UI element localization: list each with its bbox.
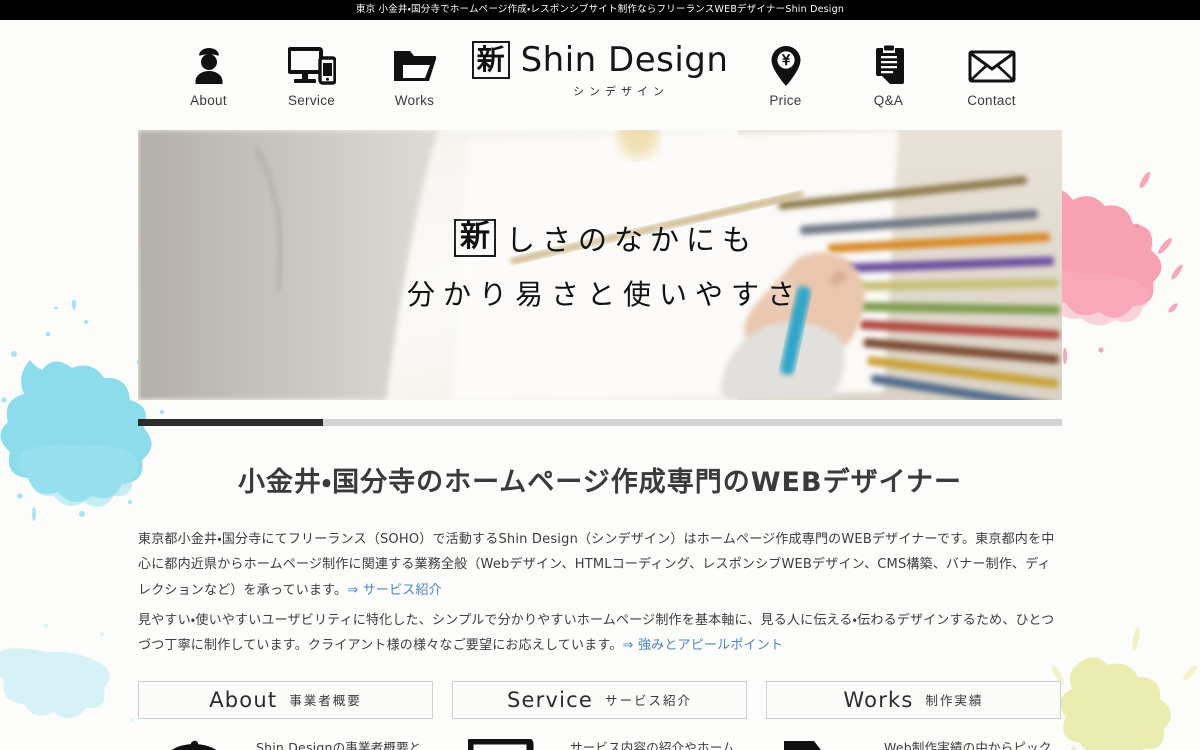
card-about-text: Shin Designの事業者概要と私のプロフィールに [256, 739, 422, 750]
logo-main: 新 Shin Design [471, 40, 729, 80]
clipboard-icon [837, 44, 940, 88]
intro-paragraph-2-text: 見やすい・使いやすいユーザビリティに特化した、シンプルで分かりやすいホームページ… [138, 613, 1055, 654]
card-works-title-jp: 制作実績 [925, 693, 984, 709]
hero-headline-2: 分かり易さと使いやすさ [406, 278, 803, 311]
hero-headline-1-rest: しさのなかにも [505, 223, 758, 257]
site-header: About Service Works 新 Shin Design シンデザイン… [0, 20, 1200, 130]
primary-nav-right: Price Q&A Contact [734, 20, 1043, 108]
card-service-text: サービス内容の紹介やホームページ制作の流れを [570, 739, 735, 750]
hero-copy: 新 しさのなかにも 分かり易さと使いやすさ [138, 130, 1062, 400]
card-service-title-en: Service [506, 687, 593, 712]
nav-label-qa: Q&A [873, 93, 904, 108]
nav-item-qa[interactable]: Q&A [837, 20, 940, 108]
slider-progress-fill [138, 419, 323, 426]
card-works-body: Web制作実績の中からピックアップしてご紹介し [766, 719, 1061, 750]
primary-nav-left: About Service Works [157, 20, 466, 108]
card-works-title-en: Works [843, 687, 914, 712]
hero-headline-1: 新 しさのなかにも [442, 217, 758, 259]
intro-paragraph-1-text: 東京都小金井・国分寺にてフリーランス（SOHO）で活動するShin Design… [138, 532, 1055, 598]
strengths-link[interactable]: ⇒ 強みとアピールポイント [623, 638, 784, 653]
nav-item-service[interactable]: Service [260, 20, 363, 108]
card-about-title-en: About [209, 687, 278, 712]
folder-icon [363, 44, 466, 88]
person-beret-icon [146, 735, 242, 750]
card-works-text: Web制作実績の中からピックアップしてご紹介し [884, 739, 1052, 750]
card-service-title-jp: サービス紹介 [605, 693, 693, 709]
main-content: 小金井・国分寺のホームページ作成専門のWEBデザイナー 東京都小金井・国分寺にて… [138, 448, 1062, 750]
nav-item-works[interactable]: Works [363, 20, 466, 108]
card-about[interactable]: About 事業者概要 Shin Designの事業者概要と私のプロフィールに [138, 680, 433, 750]
card-works-header: Works 制作実績 [766, 680, 1061, 719]
splash-yellow-bottom-right [1040, 625, 1200, 750]
folder-icon [774, 735, 870, 750]
intro-paragraph-2: 見やすい・使いやすいユーザビリティに特化した、シンプルで分かりやすいホームページ… [138, 608, 1062, 659]
hero-slider[interactable]: 新 しさのなかにも 分かり易さと使いやすさ [138, 130, 1062, 400]
nav-item-contact[interactable]: Contact [940, 20, 1043, 108]
card-about-body: Shin Designの事業者概要と私のプロフィールに [138, 719, 433, 750]
logo-kana: シンデザイン [573, 85, 669, 98]
page-root: 東京 小金井・国分寺でホームページ作成・レスポンシブサイト制作ならフリーランスW… [0, 0, 1200, 750]
card-about-title-jp: 事業者概要 [289, 693, 362, 709]
page-title: 小金井・国分寺のホームページ作成専門のWEBデザイナー [237, 467, 963, 498]
logo-kanji: 新 [471, 41, 510, 79]
person-icon [157, 44, 260, 88]
card-works[interactable]: Works 制作実績 Web制作実績の中からピックアップしてご紹介し [766, 680, 1061, 750]
nav-label-service: Service [287, 93, 336, 108]
nav-item-about[interactable]: About [157, 20, 260, 108]
feature-cards: About 事業者概要 Shin Designの事業者概要と私のプロフィールに [138, 680, 1062, 750]
card-service-body: サービス内容の紹介やホームページ制作の流れを [452, 719, 747, 750]
nav-label-works: Works [394, 93, 435, 108]
envelope-icon [940, 44, 1043, 88]
card-service[interactable]: Service サービス紹介 サービス内容の紹介やホームページ制作の流れを [452, 680, 747, 750]
site-tagline-bar: 東京 小金井・国分寺でホームページ作成・レスポンシブサイト制作ならフリーランスW… [0, 0, 1200, 20]
intro-paragraph-1: 東京都小金井・国分寺にてフリーランス（SOHO）で活動するShin Design… [138, 527, 1062, 603]
devices-icon [260, 44, 363, 88]
service-link[interactable]: ⇒ サービス紹介 [347, 583, 442, 598]
tablet-icon [460, 735, 556, 750]
hero-kanji-box: 新 [453, 219, 496, 257]
nav-label-contact: Contact [967, 93, 1016, 108]
nav-item-price[interactable]: Price [734, 20, 837, 108]
map-pin-yen-icon [734, 44, 837, 88]
logo-wordmark: Shin Design [520, 40, 729, 80]
site-logo[interactable]: 新 Shin Design シンデザイン [466, 20, 734, 99]
card-about-header: About 事業者概要 [138, 680, 433, 719]
nav-label-price: Price [769, 93, 802, 108]
slider-progress-bar[interactable] [138, 419, 1062, 426]
card-service-header: Service サービス紹介 [452, 680, 747, 719]
nav-label-about: About [190, 93, 227, 108]
